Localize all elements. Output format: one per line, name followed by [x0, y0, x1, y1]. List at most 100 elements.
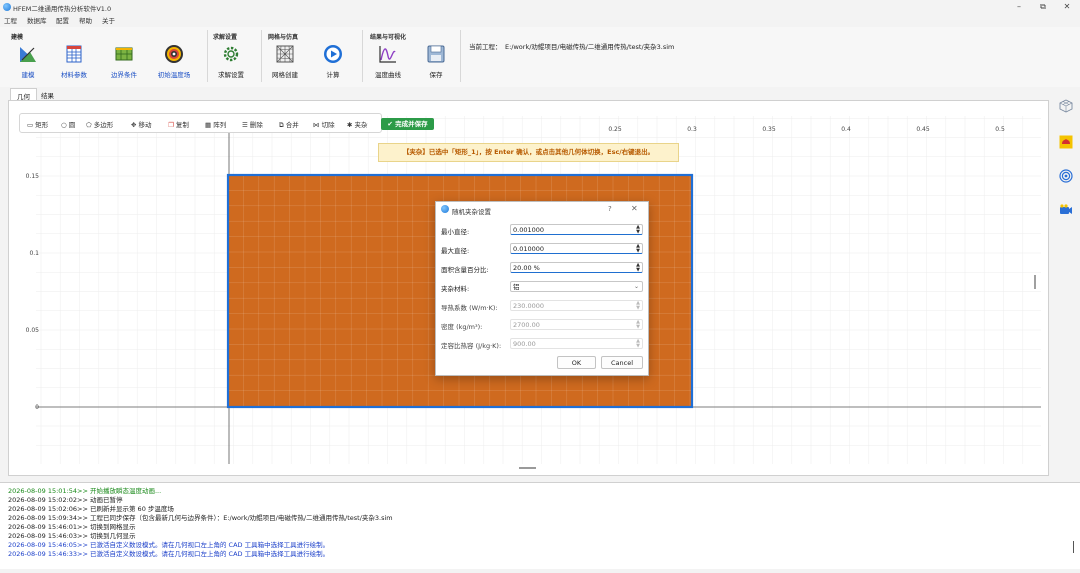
tool-polygon[interactable]: ⬠ 多边形: [86, 119, 113, 129]
modeling-label: 建模: [21, 71, 35, 79]
tab-geometry[interactable]: 几何: [10, 88, 37, 101]
tool-rectangle-label: 矩形: [35, 121, 49, 129]
vertical-splitter-handle[interactable]: [1034, 275, 1036, 289]
x-tick-label: 0.35: [762, 126, 776, 133]
x-tick-label: 0.25: [608, 126, 622, 133]
tool-delete[interactable]: ☰ 删除: [242, 119, 263, 129]
tool-move[interactable]: ✥ 移动: [131, 119, 152, 129]
temp-curve-button[interactable]: 温度曲线: [367, 44, 409, 82]
inclusion-material-label: 夹杂材料:: [441, 285, 470, 293]
maximize-button[interactable]: ⧉: [1032, 1, 1054, 13]
floppy-save-icon: [427, 45, 445, 63]
log-scrollbar[interactable]: [1073, 541, 1074, 553]
save-button[interactable]: 保存: [415, 44, 457, 82]
cancel-button[interactable]: Cancel: [601, 356, 643, 369]
initial-temp-label: 初始温度场: [157, 71, 191, 79]
initial-temp-button[interactable]: 初始温度场: [153, 44, 195, 82]
finish-and-save-button[interactable]: ✔ 完成并保存: [381, 118, 434, 130]
tool-delete-label: 删除: [249, 121, 263, 129]
material-table-icon: [66, 45, 82, 63]
area-percent-label: 面积含量百分比:: [441, 266, 489, 274]
conductivity-value: 230.0000: [513, 302, 545, 310]
panel-splitter-handle[interactable]: [519, 467, 536, 469]
tool-polygon-label: 多边形: [93, 121, 114, 129]
tool-circle[interactable]: ○ 圆: [61, 119, 75, 129]
mesh-icon: [276, 45, 294, 63]
mesh-cube-icon[interactable]: [1059, 99, 1073, 113]
tool-rectangle[interactable]: ▭ 矩形: [27, 119, 48, 129]
min-diameter-input[interactable]: 0.001000 ▲ ▼: [510, 224, 643, 235]
modeling-button[interactable]: 建模: [7, 44, 49, 82]
close-button[interactable]: ✕: [1056, 1, 1078, 13]
x-tick-label: 0.3: [687, 126, 697, 133]
tool-cut-label: 切除: [321, 121, 335, 129]
current-project-path: E:/work/劝鲲项目/电磁传热/二维通用传热/test/夹杂3.sim: [505, 43, 675, 51]
dialog-help-button[interactable]: ?: [608, 205, 612, 213]
area-percent-value: 20.00 %: [513, 264, 540, 272]
spin-arrows-icon[interactable]: ▲ ▼: [636, 263, 640, 273]
boundary-conditions-button[interactable]: 边界条件: [103, 44, 145, 82]
y-tick-label: 0.05: [26, 327, 40, 334]
curve-chart-icon: [379, 46, 396, 63]
compute-button[interactable]: 计算: [312, 44, 354, 82]
tool-move-label: 移动: [138, 121, 152, 129]
temperature-target-icon: [165, 45, 183, 63]
menu-bar: [0, 14, 1080, 26]
solver-settings-label: 求解设置: [218, 71, 244, 79]
app-logo-icon: [3, 3, 11, 11]
target-icon[interactable]: [1059, 169, 1073, 183]
dialog-app-icon: [441, 205, 449, 213]
group-title-modeling: 建模: [11, 34, 24, 41]
menu-config[interactable]: 配置: [56, 15, 69, 25]
inclusion-material-select[interactable]: 铝 ⌄: [510, 281, 643, 292]
tab-results[interactable]: 结果: [35, 88, 60, 100]
spin-arrows-icon: ▲ ▼: [636, 300, 640, 311]
menu-database[interactable]: 数据库: [27, 15, 47, 25]
spin-arrows-icon[interactable]: ▲ ▼: [636, 225, 640, 235]
play-icon: [324, 45, 342, 63]
max-diameter-input[interactable]: 0.010000 ▲ ▼: [510, 243, 643, 254]
conductivity-input[interactable]: 230.0000 ▲ ▼: [510, 300, 643, 311]
ok-button[interactable]: OK: [557, 356, 596, 369]
group-title-solver: 求解设置: [213, 34, 238, 41]
camera-icon[interactable]: [1059, 203, 1073, 217]
modeling-icon: [20, 47, 36, 62]
save-label: 保存: [429, 71, 443, 79]
material-params-button[interactable]: 材料参数: [53, 44, 95, 82]
density-value: 2700.00: [513, 321, 540, 329]
tool-inclusion[interactable]: ✱ 夹杂: [347, 119, 368, 129]
temp-curve-label: 温度曲线: [375, 71, 401, 79]
area-percent-input[interactable]: 20.00 % ▲ ▼: [510, 262, 643, 273]
specific-heat-input[interactable]: 900.00 ▲ ▼: [510, 338, 643, 349]
tool-union[interactable]: ⧉ 合并: [279, 119, 299, 130]
min-diameter-label: 最小直径:: [441, 228, 470, 236]
menu-about[interactable]: 关于: [102, 15, 115, 25]
min-diameter-value: 0.001000: [513, 226, 545, 234]
gear-icon: [223, 46, 239, 62]
title-bar: [0, 0, 1080, 14]
mesh-create-button[interactable]: 网格创建: [264, 44, 306, 82]
spin-arrows-icon: ▲ ▼: [636, 338, 640, 349]
density-input[interactable]: 2700.00 ▲ ▼: [510, 319, 643, 330]
max-diameter-label: 最大直径:: [441, 247, 470, 255]
menu-project[interactable]: 工程: [4, 15, 17, 25]
conductivity-label: 导热系数 (W/m·K):: [441, 304, 498, 312]
tool-copy[interactable]: ❐ 复制: [168, 119, 189, 129]
minimize-button[interactable]: –: [1008, 1, 1030, 13]
dialog-close-button[interactable]: ✕: [631, 204, 638, 213]
tool-array[interactable]: ▦ 阵列: [205, 119, 226, 129]
density-label: 密度 (kg/m³):: [441, 323, 483, 331]
menu-help[interactable]: 帮助: [79, 15, 92, 25]
tool-cut[interactable]: ⋈ 切除: [313, 119, 335, 129]
material-params-label: 材料参数: [61, 71, 87, 79]
solver-settings-button[interactable]: 求解设置: [210, 44, 252, 82]
spin-arrows-icon: ▲ ▼: [636, 319, 640, 330]
y-tick-label: 0: [35, 404, 39, 411]
group-title-results: 结果与可视化: [370, 34, 407, 41]
log-line: 2026-08-09 15:46:33>> 已激活自定义数设模式。请在几何视口左…: [8, 550, 330, 558]
specific-heat-label: 定容比热容 (J/kg·K):: [441, 342, 502, 350]
heat-source-icon[interactable]: [1059, 135, 1073, 149]
dialog-title: 随机夹杂设置: [452, 208, 491, 216]
group-title-mesh: 网格与仿真: [268, 34, 299, 41]
spin-arrows-icon[interactable]: ▲ ▼: [636, 244, 640, 254]
